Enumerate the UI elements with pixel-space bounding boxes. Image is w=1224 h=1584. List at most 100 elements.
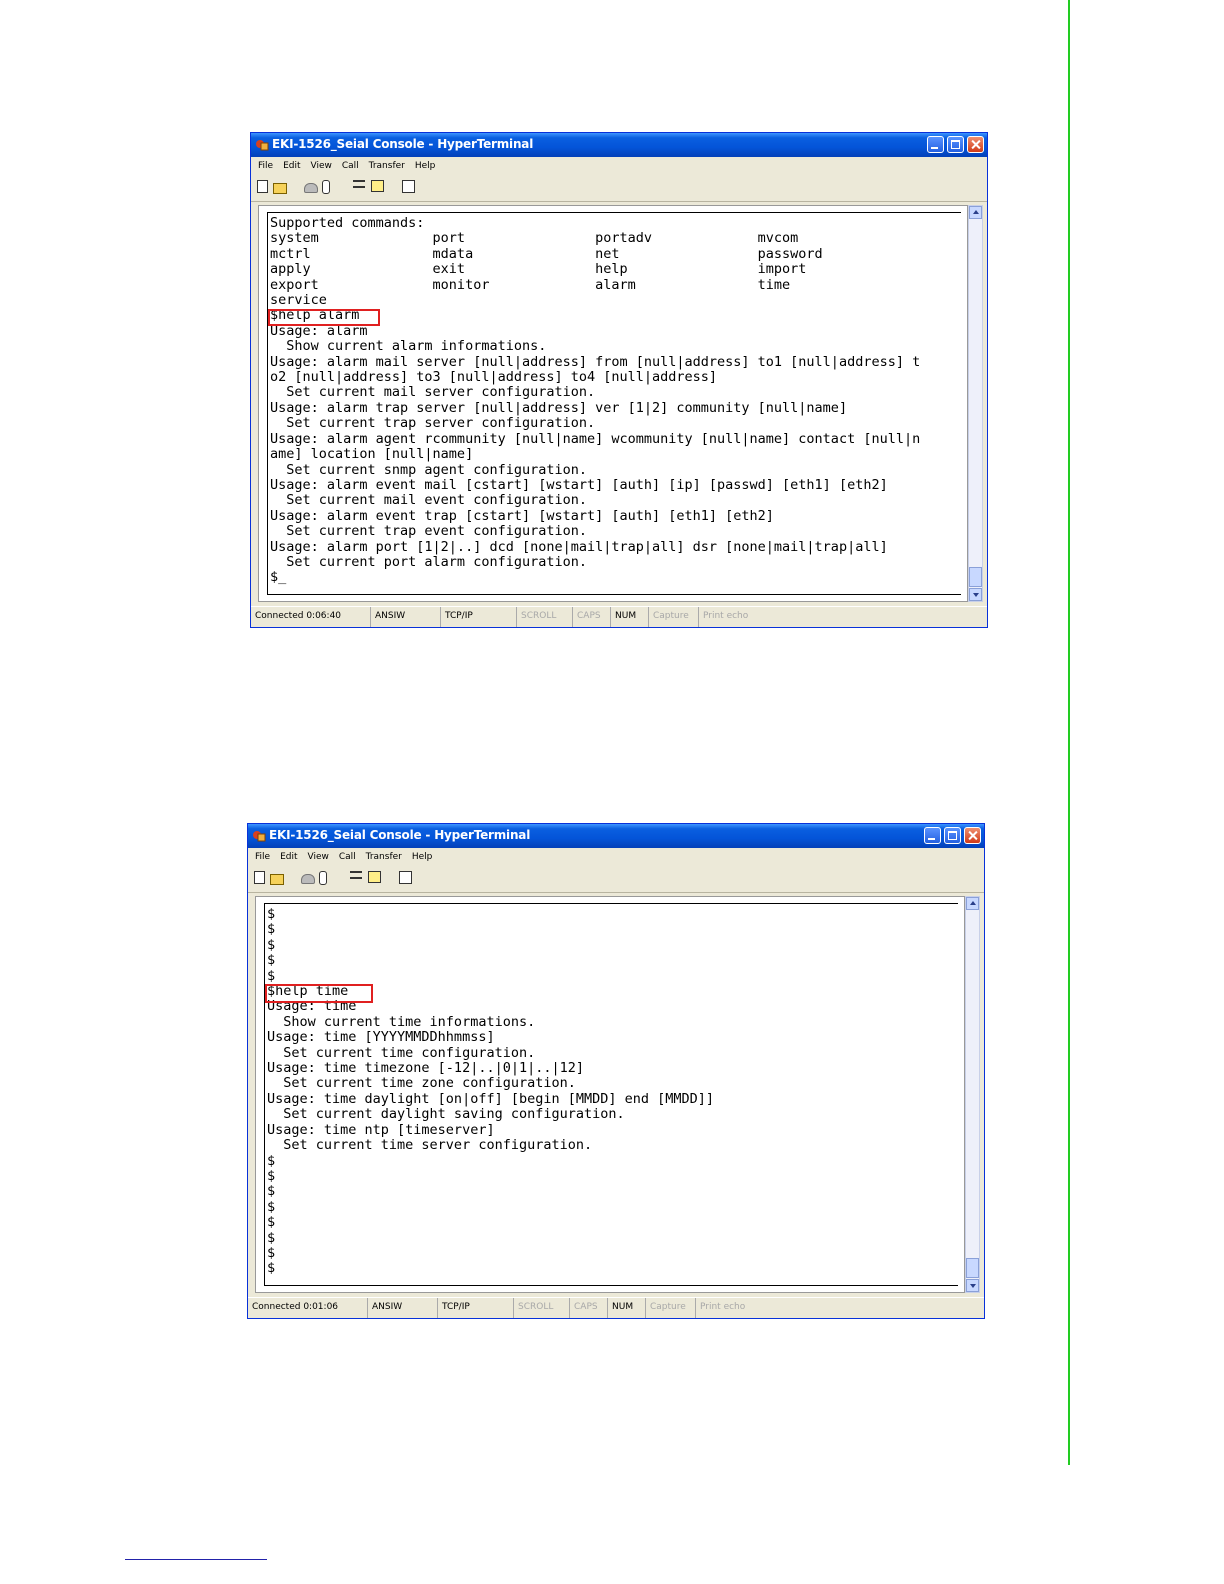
terminal-area[interactable]: $ $ $ $ $ $help time Usage: time Show cu… bbox=[255, 896, 965, 1293]
hyperterminal-window-time: EKI-1526_Seial Console - HyperTerminal F… bbox=[247, 823, 985, 1319]
menu-call[interactable]: Call bbox=[334, 850, 361, 865]
new-connection-icon[interactable] bbox=[255, 180, 270, 194]
terminal-line: $ bbox=[267, 1214, 276, 1231]
minimize-button[interactable] bbox=[927, 136, 944, 153]
terminal-line: $ bbox=[267, 967, 276, 984]
menu-view[interactable]: View bbox=[306, 159, 337, 174]
terminal-line: apply exit help import bbox=[270, 261, 807, 278]
terminal-line: mctrl mdata net password bbox=[270, 245, 823, 262]
window-title: EKI-1526_Seial Console - HyperTerminal bbox=[272, 137, 534, 151]
status-emulation: ANSIW bbox=[371, 607, 441, 627]
scroll-down-icon[interactable] bbox=[966, 1279, 979, 1292]
terminal-line: Set current daylight saving configuratio… bbox=[267, 1106, 625, 1123]
highlight-box-help-time bbox=[265, 984, 373, 1003]
terminal-line: Usage: alarm port [1|2|..] dcd [none|mai… bbox=[270, 538, 888, 555]
status-capture: Capture bbox=[649, 607, 699, 627]
terminal-line: Usage: time timezone [-12|..|0|1|..|12] bbox=[267, 1060, 584, 1077]
menu-call[interactable]: Call bbox=[337, 159, 364, 174]
open-icon[interactable] bbox=[270, 871, 285, 885]
maximize-button[interactable] bbox=[944, 827, 961, 844]
menu-file[interactable]: File bbox=[250, 850, 275, 865]
menu-transfer[interactable]: Transfer bbox=[361, 850, 407, 865]
disconnect-icon[interactable] bbox=[322, 180, 337, 194]
terminal-line: Set current snmp agent configuration. bbox=[270, 461, 587, 478]
status-print-echo: Print echo bbox=[703, 611, 749, 621]
terminal-line: Usage: time [YYYYMMDDhhmmss] bbox=[267, 1029, 495, 1046]
toolbar-divider bbox=[251, 201, 987, 202]
status-num: NUM bbox=[611, 607, 649, 627]
terminal-line: $ bbox=[267, 1229, 276, 1246]
terminal-line: Set current trap server configuration. bbox=[270, 415, 596, 432]
terminal-line: Set current port alarm configuration. bbox=[270, 553, 587, 570]
phone-icon[interactable] bbox=[301, 871, 316, 885]
title-bar[interactable]: EKI-1526_Seial Console - HyperTerminal bbox=[251, 133, 987, 157]
status-scroll: SCROLL bbox=[517, 607, 573, 627]
terminal-line: Usage: time daylight [on|off] [begin [MM… bbox=[267, 1090, 715, 1107]
terminal-line: export monitor alarm time bbox=[270, 276, 791, 293]
scroll-up-icon[interactable] bbox=[966, 897, 979, 910]
toolbar-divider bbox=[248, 892, 984, 893]
open-icon[interactable] bbox=[273, 180, 288, 194]
scroll-down-icon[interactable] bbox=[969, 588, 982, 601]
terminal-line: ame] location [null|name] bbox=[270, 446, 474, 463]
menu-help[interactable]: Help bbox=[407, 850, 438, 865]
terminal-line: $ bbox=[267, 921, 276, 938]
terminal-line: system port portadv mvcom bbox=[270, 230, 799, 247]
receive-icon[interactable] bbox=[368, 871, 383, 885]
scroll-thumb[interactable] bbox=[966, 1258, 979, 1278]
minimize-button[interactable] bbox=[924, 827, 941, 844]
vertical-scrollbar[interactable] bbox=[968, 205, 983, 602]
menu-help[interactable]: Help bbox=[410, 159, 441, 174]
status-capture: Capture bbox=[646, 1298, 696, 1318]
footnote-rule bbox=[125, 1559, 267, 1560]
terminal-line: $ bbox=[267, 952, 276, 969]
menu-edit[interactable]: Edit bbox=[278, 159, 305, 174]
status-caps: CAPS bbox=[570, 1298, 608, 1318]
terminal-output: $ $ $ $ $ $help time Usage: time Show cu… bbox=[265, 904, 958, 1277]
phone-icon[interactable] bbox=[304, 180, 319, 194]
window-title: EKI-1526_Seial Console - HyperTerminal bbox=[269, 828, 531, 842]
hyperterminal-window-alarm: EKI-1526_Seial Console - HyperTerminal F… bbox=[250, 132, 988, 628]
menu-bar: File Edit View Call Transfer Help bbox=[250, 850, 437, 865]
terminal-line: Set current time zone configuration. bbox=[267, 1075, 576, 1092]
terminal-line: service bbox=[270, 292, 327, 309]
terminal-line: Set current mail server configuration. bbox=[270, 384, 596, 401]
toolbar bbox=[252, 869, 414, 887]
terminal-line: Usage: alarm event trap [cstart] [wstart… bbox=[270, 507, 774, 524]
terminal-line: Usage: alarm mail server [null|address] … bbox=[270, 353, 921, 370]
close-button[interactable] bbox=[964, 827, 981, 844]
terminal-line: $ bbox=[267, 1152, 276, 1169]
properties-icon[interactable] bbox=[402, 180, 417, 194]
terminal-line: Usage: alarm trap server [null|address] … bbox=[270, 399, 848, 416]
terminal-area[interactable]: Supported commands: system port portadv … bbox=[258, 205, 968, 602]
close-button[interactable] bbox=[967, 136, 984, 153]
terminal-line: o2 [null|address] to3 [null|address] to4… bbox=[270, 369, 718, 386]
menu-bar: File Edit View Call Transfer Help bbox=[253, 159, 440, 174]
send-icon[interactable] bbox=[350, 871, 365, 885]
status-emulation: ANSIW bbox=[368, 1298, 438, 1318]
terminal-line: $ bbox=[267, 936, 276, 953]
status-protocol: TCP/IP bbox=[438, 1298, 514, 1318]
new-connection-icon[interactable] bbox=[252, 871, 267, 885]
terminal-line: Set current trap event configuration. bbox=[270, 523, 587, 540]
maximize-button[interactable] bbox=[947, 136, 964, 153]
properties-icon[interactable] bbox=[399, 871, 414, 885]
terminal-line: Supported commands: bbox=[270, 215, 425, 231]
scroll-thumb[interactable] bbox=[969, 567, 982, 587]
terminal-line: Set current time configuration. bbox=[267, 1044, 536, 1061]
send-icon[interactable] bbox=[353, 180, 368, 194]
receive-icon[interactable] bbox=[371, 180, 386, 194]
hyperterminal-app-icon bbox=[256, 140, 269, 151]
menu-transfer[interactable]: Transfer bbox=[364, 159, 410, 174]
terminal-line: $ bbox=[267, 906, 276, 922]
menu-view[interactable]: View bbox=[303, 850, 334, 865]
title-bar[interactable]: EKI-1526_Seial Console - HyperTerminal bbox=[248, 824, 984, 848]
status-caps: CAPS bbox=[573, 607, 611, 627]
terminal-line: $_ bbox=[270, 569, 287, 586]
menu-file[interactable]: File bbox=[253, 159, 278, 174]
disconnect-icon[interactable] bbox=[319, 871, 334, 885]
vertical-scrollbar[interactable] bbox=[965, 896, 980, 1293]
menu-edit[interactable]: Edit bbox=[275, 850, 302, 865]
status-print-echo: Print echo bbox=[700, 1302, 746, 1312]
scroll-up-icon[interactable] bbox=[969, 206, 982, 219]
